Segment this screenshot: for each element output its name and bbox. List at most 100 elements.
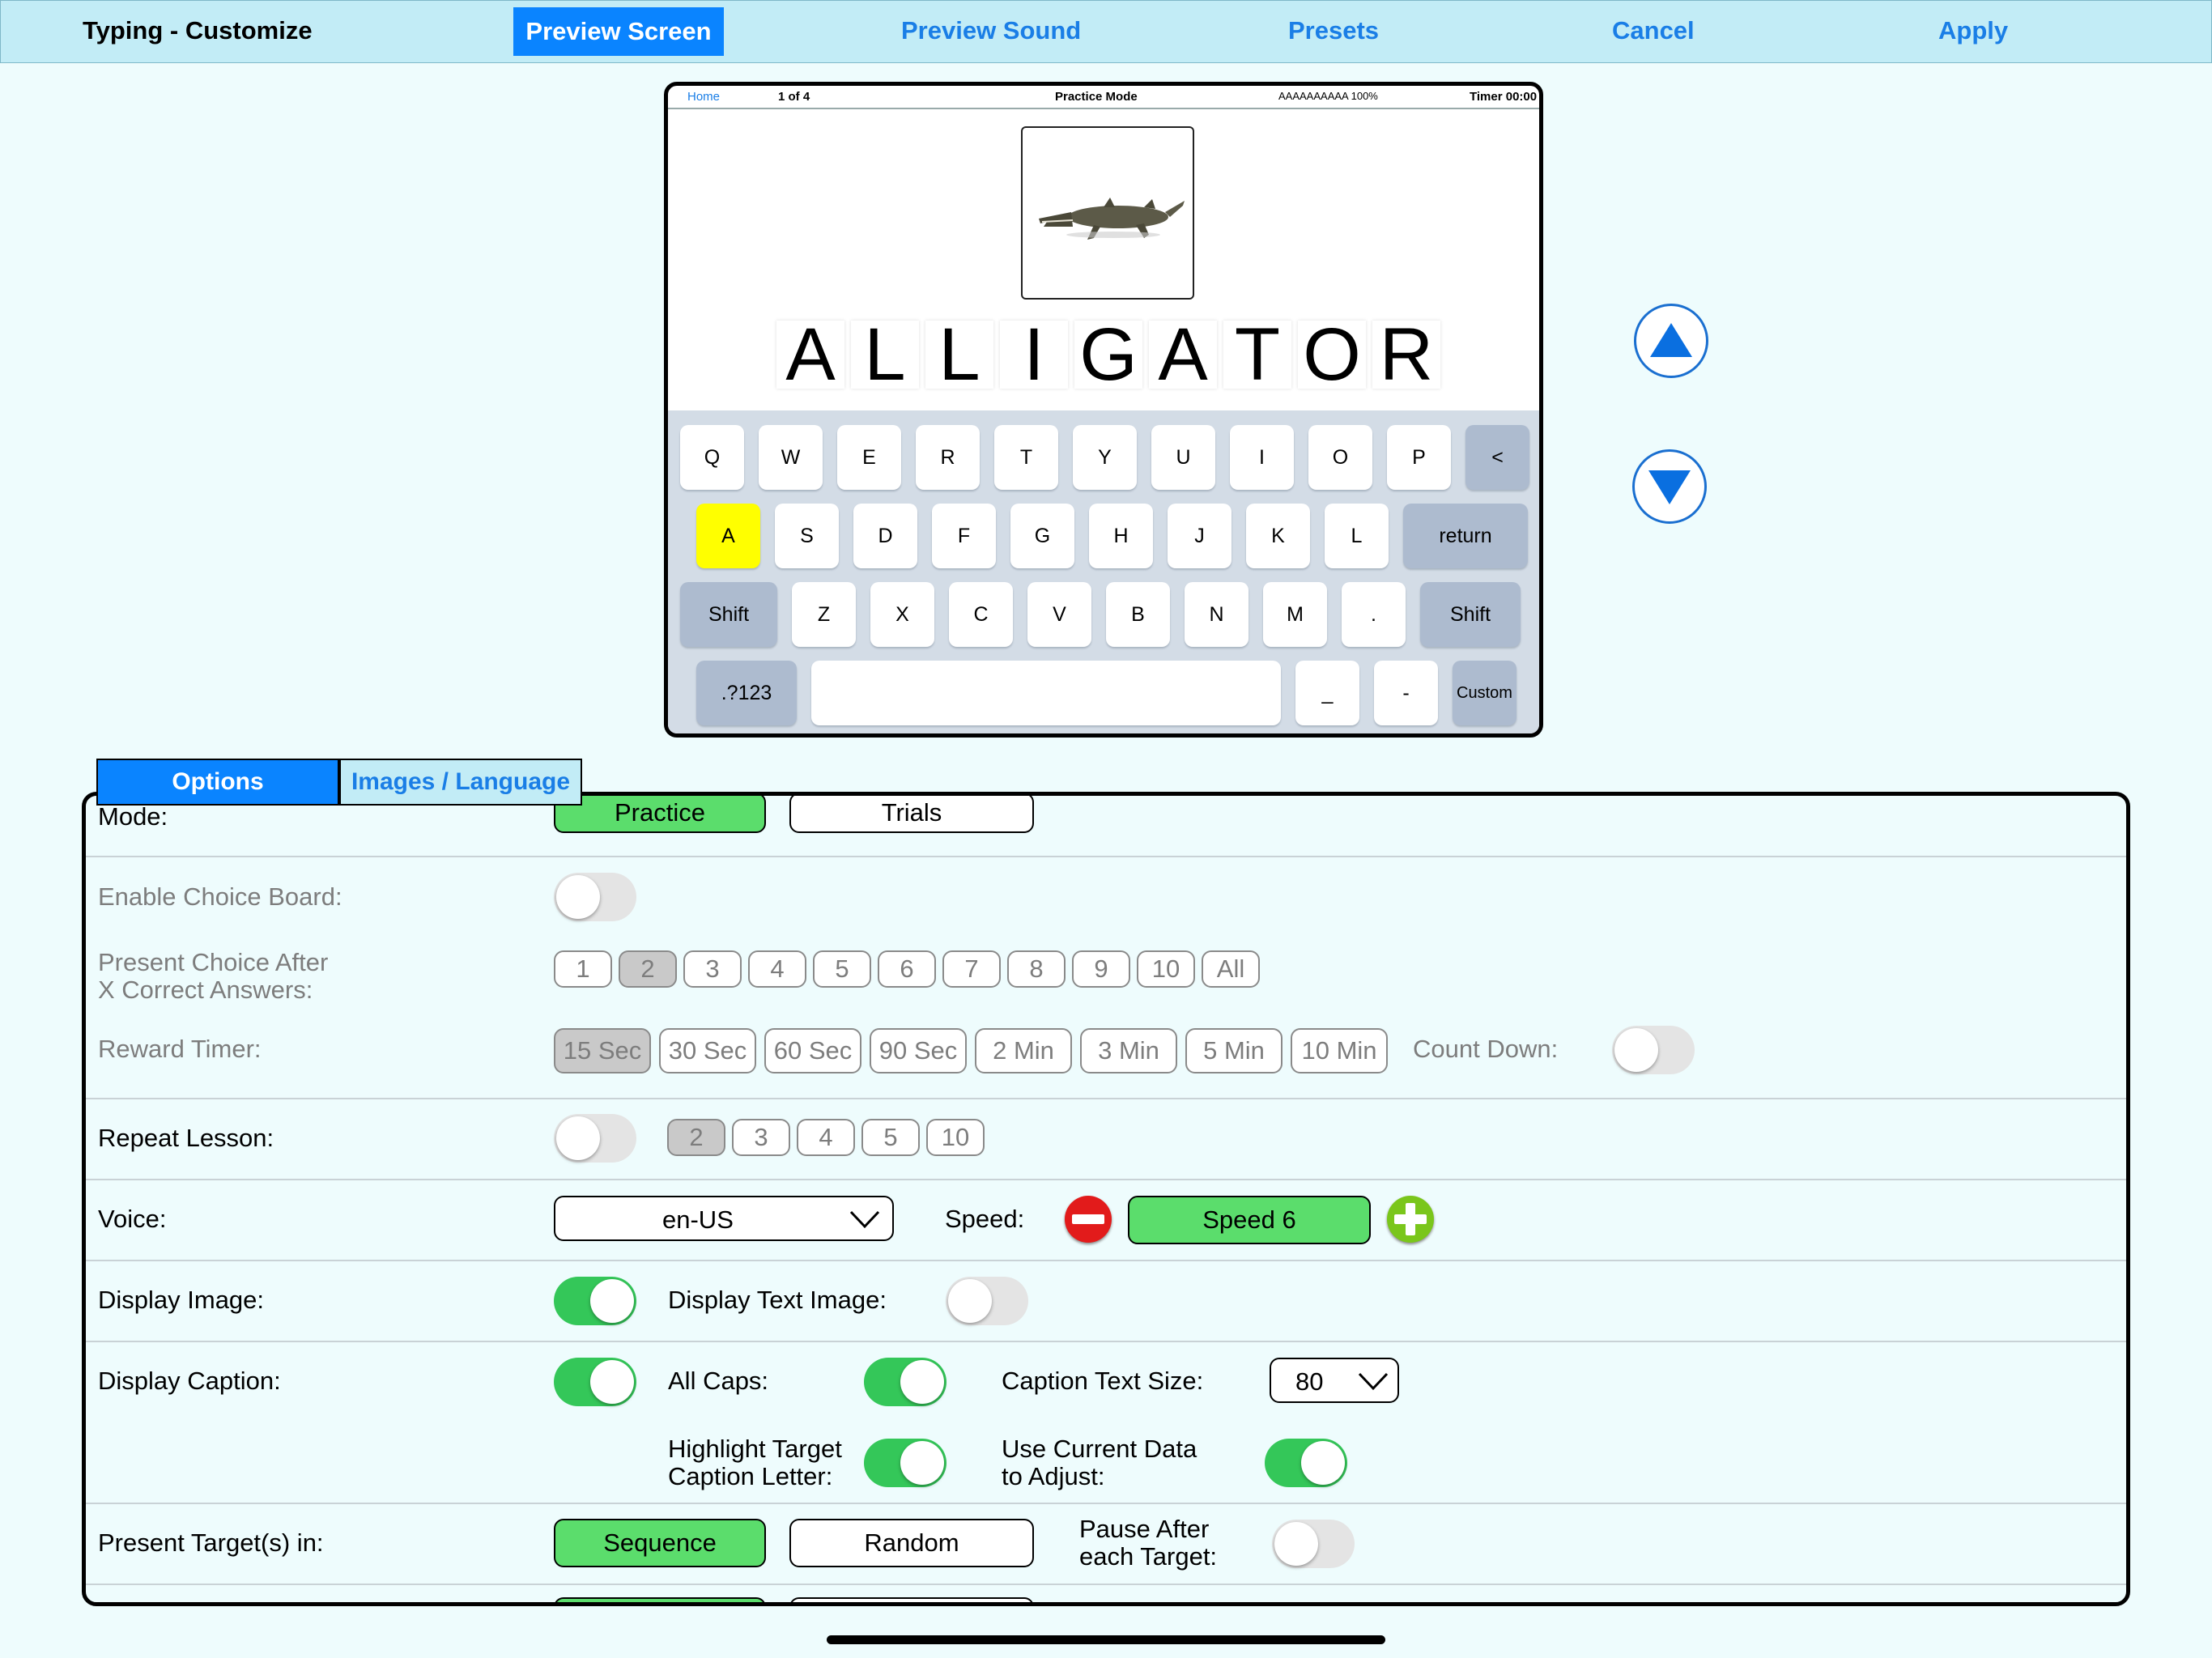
mode-practice-button[interactable]: Practice [554,796,766,833]
choice-count-option[interactable]: 2 [619,950,677,988]
preview-sound-button[interactable]: Preview Sound [901,16,1081,45]
choice-count-option[interactable]: 10 [1137,950,1195,988]
sequence-button[interactable]: Sequence [554,1519,766,1567]
all-caps-toggle[interactable] [864,1358,946,1406]
apply-button[interactable]: Apply [1938,16,2008,45]
choice-board-toggle[interactable] [554,873,636,921]
preview-screen-button[interactable]: Preview Screen [513,7,724,56]
key-highlighted[interactable]: A [696,504,760,568]
speed-increase-button[interactable] [1387,1196,1434,1243]
return-key[interactable]: return [1403,504,1528,568]
tab-options[interactable]: Options [96,759,339,806]
key[interactable]: Y [1073,425,1137,490]
choice-count-option[interactable]: 3 [683,950,742,988]
pause-after-toggle[interactable] [1272,1520,1355,1568]
choice-count-option[interactable]: 4 [748,950,806,988]
repeat-lesson-toggle[interactable] [554,1114,636,1163]
custom-key[interactable]: Custom [1453,661,1516,725]
key[interactable]: R [916,425,980,490]
choice-count-option[interactable]: 7 [942,950,1001,988]
choice-count-option[interactable]: 8 [1007,950,1066,988]
key[interactable]: M [1263,582,1327,647]
reward-timer-option[interactable]: 5 Min [1185,1028,1283,1073]
voice-select[interactable]: en-US [554,1196,894,1241]
scroll-down-button[interactable] [1632,449,1707,524]
home-indicator[interactable] [827,1635,1385,1644]
key[interactable]: S [775,504,839,568]
random-button[interactable]: Random [789,1519,1034,1567]
choice-count-option[interactable]: All [1202,950,1260,988]
choice-count-option[interactable]: 5 [813,950,871,988]
key[interactable]: H [1089,504,1153,568]
shift-key-left[interactable]: Shift [680,582,777,647]
choice-count-option[interactable]: 1 [554,950,612,988]
voice-value: en-US [662,1205,734,1234]
caption-text-size-label: Caption Text Size: [1002,1367,1204,1395]
key[interactable]: X [870,582,934,647]
key[interactable]: G [1010,504,1074,568]
key[interactable]: F [932,504,996,568]
key[interactable]: W [759,425,823,490]
repeat-count-option[interactable]: 3 [732,1119,790,1156]
key[interactable]: N [1185,582,1249,647]
tab-images-language[interactable]: Images / Language [339,759,582,806]
mode-label: Mode: [98,802,168,831]
caption-letter: T [1223,317,1291,392]
key[interactable]: P [1387,425,1451,490]
cancel-button[interactable]: Cancel [1612,16,1695,45]
key[interactable]: D [853,504,917,568]
key[interactable]: B [1106,582,1170,647]
key[interactable]: T [994,425,1058,490]
count-down-toggle[interactable] [1612,1026,1695,1074]
count-down-label: Count Down: [1413,1035,1559,1063]
key[interactable]: L [1325,504,1389,568]
reward-timer-option[interactable]: 2 Min [975,1028,1072,1073]
key[interactable]: E [837,425,901,490]
reward-timer-option[interactable]: 30 Sec [659,1028,756,1073]
caption-letter: G [1074,317,1142,392]
repeat-count-option[interactable]: 10 [926,1119,985,1156]
display-text-image-toggle[interactable] [946,1277,1028,1325]
shift-key-right[interactable]: Shift [1420,582,1521,647]
key[interactable]: V [1027,582,1091,647]
next-row-option-selected[interactable] [554,1597,766,1602]
period-key[interactable]: . [1342,582,1406,647]
key[interactable]: K [1246,504,1310,568]
repeat-count-option[interactable]: 5 [861,1119,920,1156]
caption-letter: O [1298,317,1366,392]
highlight-target-toggle[interactable] [864,1439,946,1487]
key[interactable]: J [1168,504,1231,568]
speed-decrease-button[interactable] [1065,1196,1112,1243]
space-key[interactable] [811,661,1281,725]
key[interactable]: Z [792,582,856,647]
hyphen-key[interactable]: - [1374,661,1438,725]
speed-value-button[interactable]: Speed 6 [1128,1196,1371,1244]
reward-timer-option[interactable]: 90 Sec [870,1028,967,1073]
presets-button[interactable]: Presets [1288,16,1379,45]
key[interactable]: Q [680,425,744,490]
reward-timer-option[interactable]: 15 Sec [554,1028,651,1073]
key[interactable]: U [1151,425,1215,490]
backspace-key[interactable]: < [1465,425,1529,490]
underscore-key[interactable]: _ [1295,661,1359,725]
scroll-up-button[interactable] [1634,304,1708,378]
reward-timer-option[interactable]: 60 Sec [764,1028,861,1073]
key[interactable]: I [1230,425,1294,490]
key[interactable]: O [1308,425,1372,490]
repeat-count-option[interactable]: 2 [667,1119,725,1156]
display-caption-toggle[interactable] [554,1358,636,1406]
caption-text-size-select[interactable]: 80 [1270,1358,1399,1403]
reward-timer-option[interactable]: 10 Min [1291,1028,1388,1073]
key[interactable]: C [949,582,1013,647]
display-image-toggle[interactable] [554,1277,636,1325]
numbers-key[interactable]: .?123 [696,661,797,725]
choice-count-option[interactable]: 6 [878,950,936,988]
mode-trials-button[interactable]: Trials [789,796,1034,833]
reward-timer-option[interactable]: 3 Min [1080,1028,1177,1073]
use-current-data-toggle[interactable] [1265,1439,1347,1487]
next-row-option[interactable] [789,1597,1034,1602]
choice-count-option[interactable]: 9 [1072,950,1130,988]
caption-letter: R [1372,317,1440,392]
repeat-lesson-label: Repeat Lesson: [98,1124,274,1152]
repeat-count-option[interactable]: 4 [797,1119,855,1156]
